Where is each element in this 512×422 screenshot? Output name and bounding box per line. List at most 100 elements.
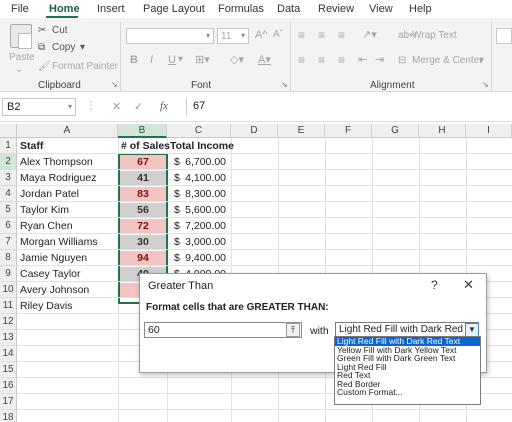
row-header[interactable]: 18: [0, 410, 17, 422]
column-header-g[interactable]: G: [372, 124, 419, 138]
underline-button[interactable]: U: [168, 54, 176, 66]
row-header[interactable]: 5: [0, 202, 17, 218]
column-header-b[interactable]: B: [118, 124, 167, 138]
paste-icon[interactable]: [10, 24, 32, 49]
cancel-icon[interactable]: ✕: [112, 100, 121, 113]
align-top-icon[interactable]: ≡: [298, 28, 305, 42]
staff-cell[interactable]: Maya Rodriguez: [20, 170, 116, 186]
row-header[interactable]: 8: [0, 250, 17, 266]
header-income[interactable]: Total Income: [170, 138, 234, 154]
row-header[interactable]: 1: [0, 138, 17, 154]
help-button[interactable]: ?: [431, 278, 438, 292]
borders-icon[interactable]: ⊞▾: [195, 53, 210, 66]
format-painter-icon[interactable]: 🖌: [38, 61, 51, 72]
close-button[interactable]: ✕: [463, 277, 474, 293]
italic-button[interactable]: I: [150, 54, 153, 66]
tab-formulas[interactable]: Formulas: [218, 3, 264, 15]
tab-review[interactable]: Review: [318, 3, 354, 15]
align-middle-icon[interactable]: ≡: [318, 28, 325, 42]
bold-button[interactable]: B: [130, 54, 138, 66]
tab-home[interactable]: Home: [49, 3, 80, 15]
number-format-dropdown[interactable]: [496, 28, 512, 44]
staff-cell[interactable]: Taylor Kim: [20, 202, 116, 218]
name-box[interactable]: B2 ▾: [2, 98, 76, 116]
income-cell[interactable]: 7,200.00: [180, 218, 230, 234]
income-cell[interactable]: 9,400.00: [180, 250, 230, 266]
column-header-h[interactable]: H: [419, 124, 466, 138]
staff-cell[interactable]: Riley Davis: [20, 298, 116, 314]
column-header-f[interactable]: F: [325, 124, 372, 138]
sales-cell[interactable]: 83: [120, 187, 166, 201]
tab-file[interactable]: File: [11, 3, 29, 15]
staff-cell[interactable]: Morgan Williams: [20, 234, 116, 250]
row-header[interactable]: 10: [0, 282, 17, 298]
alignment-launcher-icon[interactable]: ↘: [482, 80, 489, 89]
column-header-i[interactable]: I: [466, 124, 512, 138]
sales-cell[interactable]: 56: [120, 203, 166, 217]
threshold-input[interactable]: 60: [144, 322, 302, 338]
tab-insert[interactable]: Insert: [97, 3, 125, 15]
underline-dropdown-icon[interactable]: ▾: [178, 54, 183, 65]
format-option[interactable]: Custom Format...: [335, 388, 480, 397]
sales-cell[interactable]: 41: [120, 171, 166, 185]
row-header[interactable]: 13: [0, 330, 17, 346]
merge-center-button[interactable]: Merge & Center: [412, 55, 483, 66]
income-cell[interactable]: 3,000.00: [180, 234, 230, 250]
income-cell[interactable]: 6,700.00: [180, 154, 230, 170]
copy-icon[interactable]: ⧉: [38, 42, 45, 53]
align-left-icon[interactable]: ≡: [298, 53, 305, 67]
formula-input[interactable]: 67: [186, 98, 512, 116]
tab-page-layout[interactable]: Page Layout: [143, 3, 205, 15]
insert-function-button[interactable]: fx: [160, 100, 168, 112]
fill-color-icon[interactable]: ◇▾: [230, 53, 244, 66]
row-header[interactable]: 17: [0, 394, 17, 410]
row-header[interactable]: 15: [0, 362, 17, 378]
row-header[interactable]: 7: [0, 234, 17, 250]
copy-button[interactable]: Copy: [52, 42, 75, 53]
row-header[interactable]: 11: [0, 298, 17, 314]
align-bottom-icon[interactable]: ≡: [338, 28, 345, 42]
paste-button[interactable]: Paste: [9, 52, 35, 63]
income-cell[interactable]: 5,600.00: [180, 202, 230, 218]
staff-cell[interactable]: Jamie Nguyen: [20, 250, 116, 266]
header-staff[interactable]: Staff: [20, 138, 43, 154]
staff-cell[interactable]: Avery Johnson: [20, 282, 116, 298]
row-header[interactable]: 14: [0, 346, 17, 362]
paste-dropdown-icon[interactable]: ⌄: [15, 64, 23, 75]
staff-cell[interactable]: Alex Thompson: [20, 154, 116, 170]
shrink-font-button[interactable]: Aˇ: [273, 29, 283, 40]
font-color-icon[interactable]: A▾: [258, 53, 271, 66]
chevron-down-icon[interactable]: ▼: [465, 323, 479, 337]
tab-help[interactable]: Help: [409, 3, 432, 15]
align-center-icon[interactable]: ≡: [318, 53, 325, 67]
align-right-icon[interactable]: ≡: [338, 53, 345, 67]
sales-cell[interactable]: 72: [120, 219, 166, 233]
income-cell[interactable]: 8,300.00: [180, 186, 230, 202]
income-cell[interactable]: 4,100.00: [180, 170, 230, 186]
staff-cell[interactable]: Jordan Patel: [20, 186, 116, 202]
font-launcher-icon[interactable]: ↘: [281, 80, 288, 89]
sales-cell[interactable]: 94: [120, 251, 166, 265]
decrease-indent-icon[interactable]: ⇤: [358, 53, 367, 66]
row-header[interactable]: 12: [0, 314, 17, 330]
row-header[interactable]: 3: [0, 170, 17, 186]
cut-icon[interactable]: ✂: [38, 25, 46, 36]
select-all-corner[interactable]: [0, 124, 17, 138]
merge-dropdown-icon[interactable]: ▾: [479, 55, 484, 66]
sales-cell[interactable]: 67: [120, 155, 166, 169]
tab-view[interactable]: View: [369, 3, 393, 15]
staff-cell[interactable]: Casey Taylor: [20, 266, 116, 282]
orientation-icon[interactable]: ↗▾: [362, 28, 377, 41]
wrap-text-button[interactable]: Wrap Text: [412, 30, 457, 41]
grow-font-button[interactable]: A^: [255, 29, 268, 41]
row-header[interactable]: 16: [0, 378, 17, 394]
sales-cell[interactable]: 30: [120, 235, 166, 249]
font-name-dropdown[interactable]: ▾: [126, 28, 214, 44]
copy-dropdown-icon[interactable]: ▾: [80, 42, 85, 53]
column-header-e[interactable]: E: [278, 124, 325, 138]
row-header[interactable]: 6: [0, 218, 17, 234]
format-painter-button[interactable]: Format Painter: [52, 61, 118, 72]
tab-data[interactable]: Data: [277, 3, 300, 15]
row-header[interactable]: 9: [0, 266, 17, 282]
column-header-a[interactable]: A: [17, 124, 118, 138]
